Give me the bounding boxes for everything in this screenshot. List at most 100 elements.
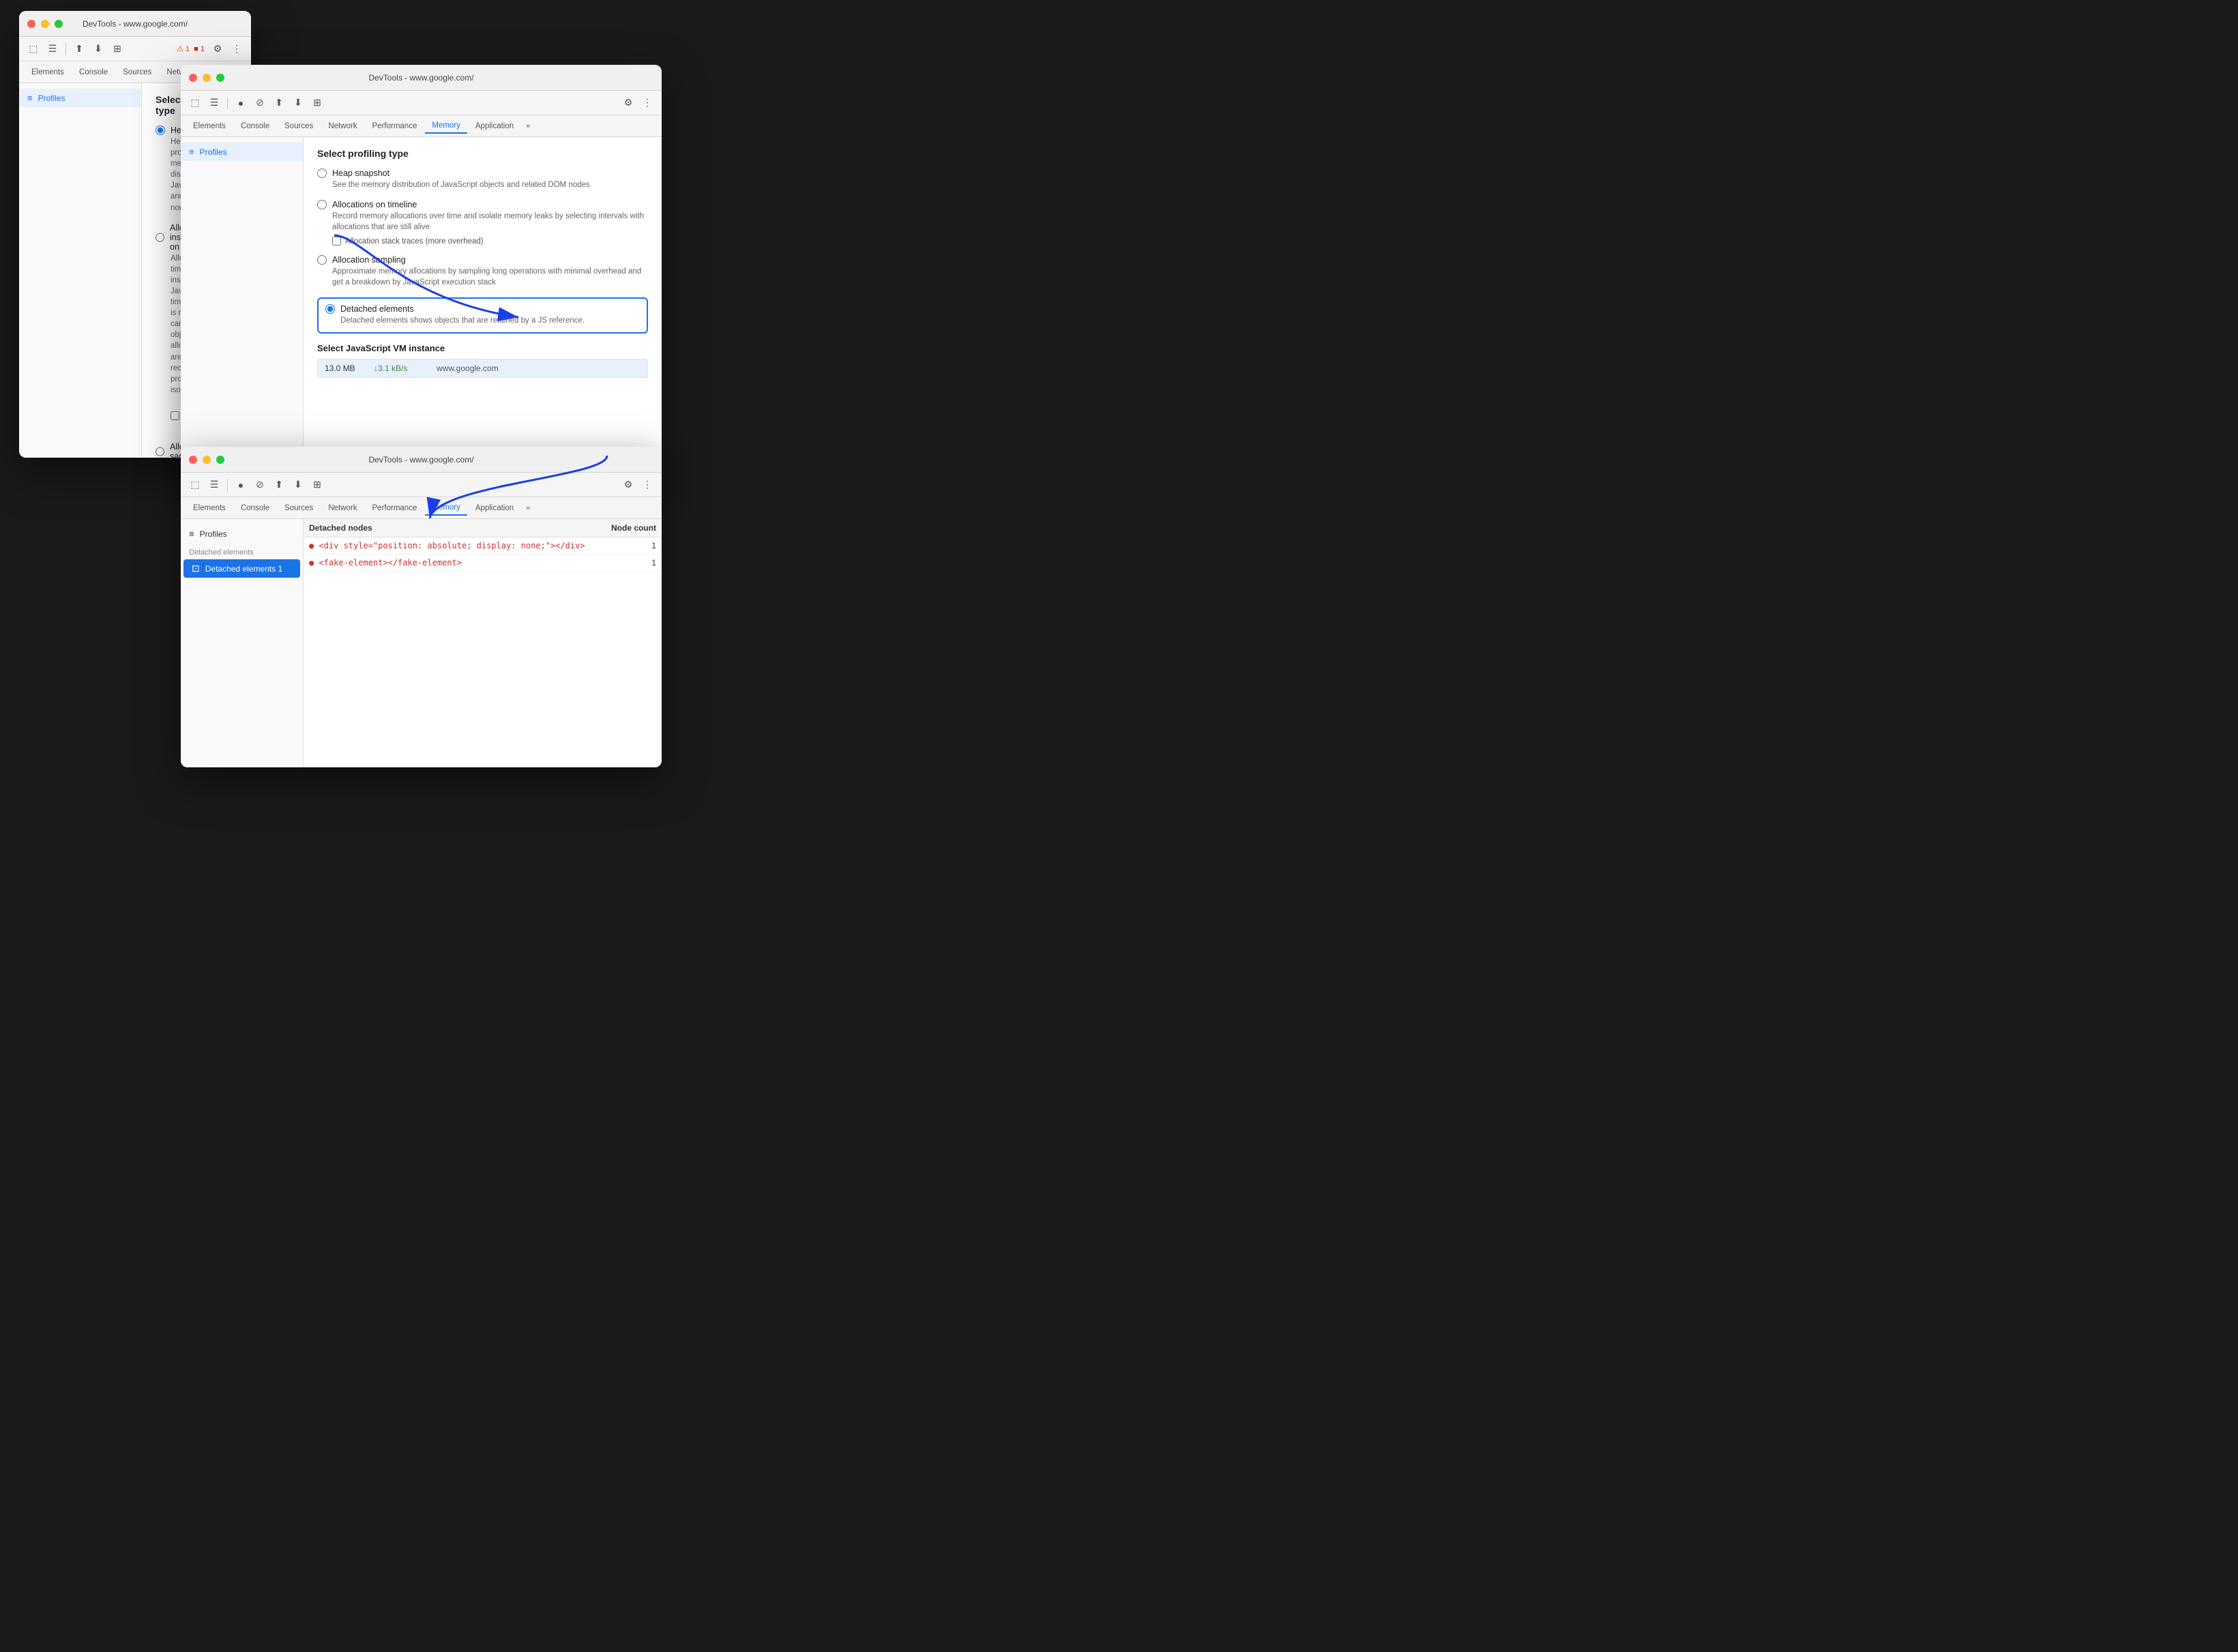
node-count-1: 1 — [615, 558, 656, 567]
radio-alloc-input-2[interactable] — [317, 200, 327, 209]
radio-detached-input-2[interactable] — [325, 304, 335, 314]
download-icon-3[interactable]: ⬇ — [289, 476, 307, 494]
devtools-window-2: DevTools - www.google.com/ ⬚ ☰ ● ⊘ ⬆ ⬇ ⊞… — [181, 65, 662, 478]
maximize-btn-2[interactable] — [216, 74, 224, 82]
download-icon[interactable]: ⬇ — [89, 40, 107, 58]
close-btn-3[interactable] — [189, 456, 197, 464]
profiles-icon-2: ≡ — [189, 147, 194, 157]
radio-heap-input-1[interactable] — [156, 126, 165, 135]
sidebar-label-profiles-2: Profiles — [200, 147, 227, 157]
tab-application-3[interactable]: Application — [469, 501, 520, 515]
record-icon-3[interactable]: ● — [232, 476, 250, 494]
inspect-icon-3[interactable]: ☰ — [205, 476, 223, 494]
node-count-col: Node count — [611, 523, 656, 533]
radio-heap-input-2[interactable] — [317, 168, 327, 178]
radio-sampling-input-2[interactable] — [317, 255, 327, 265]
radio-detached-label-2[interactable]: Detached elements — [325, 304, 640, 314]
maximize-btn-3[interactable] — [216, 456, 224, 464]
download-icon-2[interactable]: ⬇ — [289, 94, 307, 112]
cursor-icon[interactable]: ⬚ — [25, 40, 42, 58]
settings-icon-3[interactable]: ⚙ — [619, 476, 637, 494]
window-controls-1 — [27, 20, 63, 28]
tab-memory-2[interactable]: Memory — [425, 119, 467, 134]
upload-icon-2[interactable]: ⬆ — [270, 94, 288, 112]
more-icon-2[interactable]: ⋮ — [638, 94, 656, 112]
clear-icon-3[interactable]: ⊘ — [251, 476, 269, 494]
upload-icon[interactable]: ⬆ — [70, 40, 88, 58]
layers-icon[interactable]: ⊞ — [108, 40, 126, 58]
toolbar-2: ⬚ ☰ ● ⊘ ⬆ ⬇ ⊞ ⚙ ⋮ — [181, 91, 662, 115]
toolbar-1: ⬚ ☰ ⬆ ⬇ ⊞ ⚠ 1 ■ 1 ⚙ ⋮ — [19, 37, 251, 61]
tab-performance-2[interactable]: Performance — [366, 119, 424, 133]
toolbar-sep-3 — [227, 479, 228, 491]
layers-icon-2[interactable]: ⊞ — [308, 94, 326, 112]
sidebar-label-profiles-1: Profiles — [38, 93, 65, 103]
window-title-2: DevTools - www.google.com/ — [368, 73, 473, 83]
checkbox-row-2: Allocation stack traces (more overhead) — [332, 237, 648, 246]
detached-row-1[interactable]: ● <fake-element></fake-element> 1 — [304, 555, 662, 572]
record-icon-2[interactable]: ● — [232, 94, 250, 112]
minimize-btn-3[interactable] — [203, 456, 211, 464]
cursor-icon-3[interactable]: ⬚ — [186, 476, 204, 494]
tab-network-2[interactable]: Network — [321, 119, 364, 133]
tab-network-3[interactable]: Network — [321, 501, 364, 515]
tab-application-2[interactable]: Application — [469, 119, 520, 133]
code-tag-0: ● <div style="position: absolute; displa… — [309, 541, 585, 550]
vm-section-title-2: Select JavaScript VM instance — [317, 343, 648, 353]
vm-row-2-0[interactable]: 13.0 MB ↓3.1 kB/s www.google.com — [318, 359, 647, 377]
window-controls-3 — [189, 456, 224, 464]
sidebar-label-profiles-3: Profiles — [200, 529, 227, 539]
more-icon-3[interactable]: ⋮ — [638, 476, 656, 494]
profile-label-1: Detached elements 1 — [205, 564, 282, 574]
settings-icon-2[interactable]: ⚙ — [619, 94, 637, 112]
tab-performance-3[interactable]: Performance — [366, 501, 424, 515]
tab-more-3[interactable]: » — [522, 501, 534, 515]
tab-sources-3[interactable]: Sources — [278, 501, 320, 515]
sidebar-item-profiles-1[interactable]: ≡ Profiles — [19, 89, 141, 107]
tab-memory-3[interactable]: Memory — [425, 501, 467, 516]
minimize-btn-1[interactable] — [41, 20, 49, 28]
minimize-btn-2[interactable] — [203, 74, 211, 82]
tab-sources-1[interactable]: Sources — [116, 65, 158, 79]
profile-item-detached-1[interactable]: ⊡ Detached elements 1 — [183, 559, 300, 578]
tab-more-2[interactable]: » — [522, 119, 534, 133]
tab-bar-2: Elements Console Sources Network Perform… — [181, 115, 662, 137]
sidebar-item-profiles-3[interactable]: ≡ Profiles — [181, 525, 303, 543]
maximize-btn-1[interactable] — [55, 20, 63, 28]
more-icon[interactable]: ⋮ — [228, 40, 246, 58]
tab-sources-2[interactable]: Sources — [278, 119, 320, 133]
radio-detached-highlighted: Detached elements Detached elements show… — [317, 297, 648, 333]
radio-alloc-label-2[interactable]: Allocations on timeline — [317, 200, 648, 209]
tab-elements-2[interactable]: Elements — [186, 119, 233, 133]
toolbar-sep-2 — [227, 97, 228, 109]
radio-heap-label-2[interactable]: Heap snapshot — [317, 168, 648, 178]
sidebar-item-profiles-2[interactable]: ≡ Profiles — [181, 143, 303, 161]
radio-sampling-label-2[interactable]: Allocation sampling — [317, 255, 648, 265]
close-btn-1[interactable] — [27, 20, 35, 28]
radio-alloc-input-1[interactable] — [156, 233, 164, 242]
upload-icon-3[interactable]: ⬆ — [270, 476, 288, 494]
tab-console-2[interactable]: Console — [234, 119, 276, 133]
inspect-icon-2[interactable]: ☰ — [205, 94, 223, 112]
checkbox-stack-2[interactable] — [332, 237, 341, 246]
checkbox-stack-1[interactable] — [171, 411, 179, 420]
clear-icon-2[interactable]: ⊘ — [251, 94, 269, 112]
radio-alloc-2: Allocations on timeline Record memory al… — [317, 200, 648, 246]
close-btn-2[interactable] — [189, 74, 197, 82]
vm-mem-2-0: 13.0 MB — [325, 364, 366, 373]
detached-row-0[interactable]: ● <div style="position: absolute; displa… — [304, 537, 662, 555]
title-bar-2: DevTools - www.google.com/ — [181, 65, 662, 91]
radio-sampling-input-1[interactable] — [156, 447, 164, 456]
profile-icon-1: ⊡ — [192, 563, 200, 574]
content-3: Detached nodes Node count ● <div style="… — [304, 519, 662, 767]
cursor-icon-2[interactable]: ⬚ — [186, 94, 204, 112]
tab-console-1[interactable]: Console — [72, 65, 115, 79]
layers-icon-3[interactable]: ⊞ — [308, 476, 326, 494]
settings-icon[interactable]: ⚙ — [209, 40, 226, 58]
sidebar-group-label-3: Detached elements — [181, 543, 303, 559]
inspect-icon[interactable]: ☰ — [44, 40, 61, 58]
window-body-2: ≡ Profiles Select profiling type Heap sn… — [181, 137, 662, 478]
tab-console-3[interactable]: Console — [234, 501, 276, 515]
tab-elements-3[interactable]: Elements — [186, 501, 233, 515]
tab-elements-1[interactable]: Elements — [25, 65, 71, 79]
